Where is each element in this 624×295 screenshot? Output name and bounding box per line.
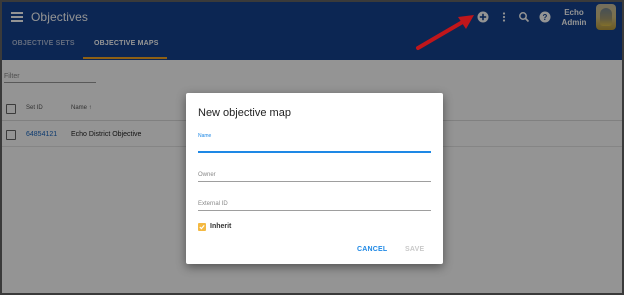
dialog-title: New objective map bbox=[198, 107, 291, 119]
external-id-field-label: External ID bbox=[198, 201, 228, 207]
save-button[interactable]: SAVE bbox=[405, 246, 424, 253]
owner-field-label: Owner bbox=[198, 172, 216, 178]
external-id-field[interactable] bbox=[198, 210, 431, 211]
checkmark-icon bbox=[199, 225, 205, 230]
cancel-button[interactable]: CANCEL bbox=[357, 246, 387, 253]
owner-field[interactable] bbox=[198, 181, 431, 182]
inherit-checkbox[interactable] bbox=[198, 223, 206, 231]
annotation-arrow-icon bbox=[416, 15, 474, 50]
name-field[interactable] bbox=[198, 151, 431, 153]
app-window: Objectives OBJECTIVE SETS OBJECTIVE MAPS bbox=[0, 0, 624, 295]
new-objective-map-dialog: New objective map Name Owner External ID… bbox=[186, 93, 443, 264]
inherit-label: Inherit bbox=[210, 223, 232, 230]
name-field-label: Name bbox=[198, 133, 212, 139]
